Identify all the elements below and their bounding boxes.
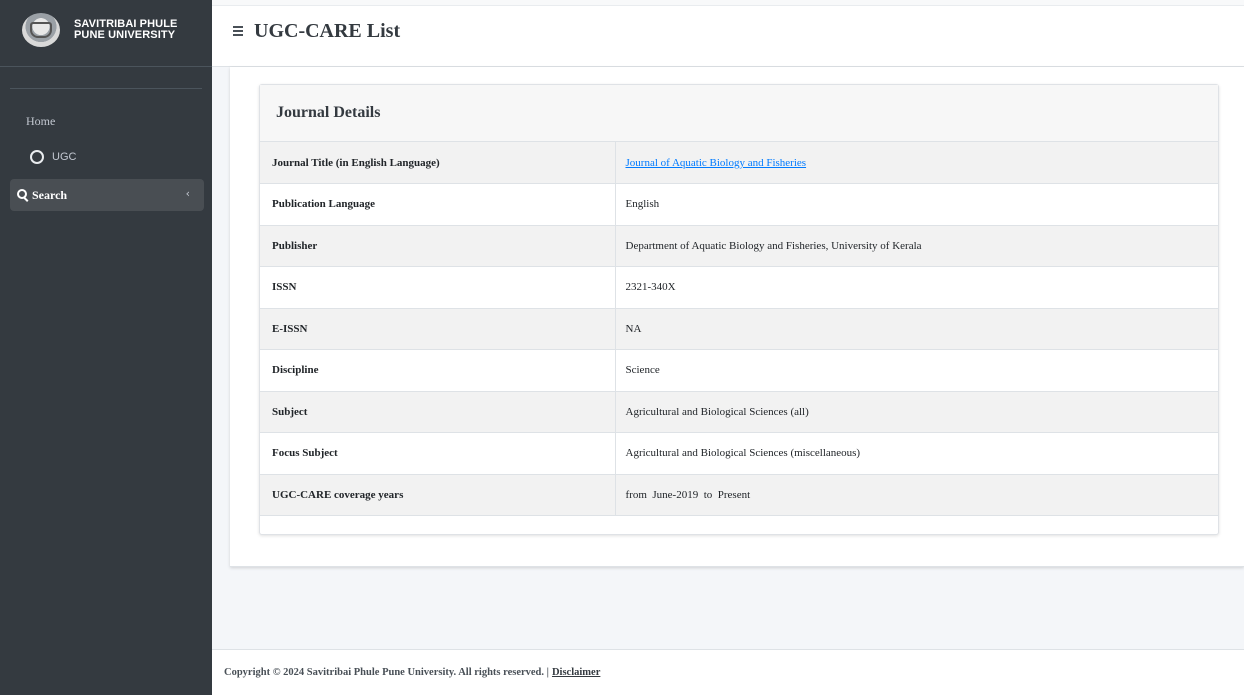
table-row: Discipline Science	[260, 349, 1218, 392]
sidebar-item-ugc-label: UGC	[52, 151, 77, 163]
search-icon	[17, 189, 29, 201]
table-row: Journal Title (in English Language) Jour…	[260, 142, 1218, 184]
sidebar-item-search[interactable]: Search ‹	[10, 179, 204, 211]
copyright-text: Copyright © 2024 Savitribai Phule Pune U…	[224, 667, 549, 678]
sidebar-divider	[10, 88, 202, 89]
brand-text: SAVITRIBAI PHULE PUNE UNIVERSITY	[74, 19, 177, 41]
row-value: Agricultural and Biological Sciences (al…	[615, 391, 1218, 433]
brand-line-2: PUNE UNIVERSITY	[74, 29, 176, 41]
circle-icon	[30, 150, 44, 164]
row-label: Focus Subject	[260, 432, 616, 475]
card-title: Journal Details	[276, 104, 381, 121]
sidebar-item-home[interactable]: Home	[26, 114, 55, 129]
sidebar-item-ugc[interactable]: UGC	[30, 150, 76, 164]
disclaimer-link[interactable]: Disclaimer	[552, 667, 600, 678]
university-logo	[22, 13, 60, 47]
sidebar-item-search-label: Search	[32, 187, 68, 202]
table-row: ISSN 2321-340X	[260, 266, 1218, 309]
card-header: Journal Details	[260, 85, 1218, 142]
top-navbar: UGC-CARE List	[212, 0, 1244, 67]
row-value: 2321-340X	[615, 266, 1218, 309]
table-row: E-ISSN NA	[260, 308, 1218, 350]
row-value: English	[615, 183, 1218, 226]
row-value: Journal of Aquatic Biology and Fisheries	[615, 142, 1218, 184]
content-card: Journal Details Journal Title (in Englis…	[230, 67, 1244, 567]
row-value: Department of Aquatic Biology and Fisher…	[615, 225, 1218, 267]
row-label: Publisher	[260, 225, 616, 267]
row-value: Science	[615, 349, 1218, 392]
row-label: E-ISSN	[260, 308, 616, 350]
row-label: Subject	[260, 391, 616, 433]
row-label: Discipline	[260, 349, 616, 392]
table-row: Publisher Department of Aquatic Biology …	[260, 225, 1218, 267]
hamburger-menu-icon[interactable]	[233, 26, 243, 36]
table-row: Publication Language English	[260, 183, 1218, 226]
row-label: ISSN	[260, 266, 616, 309]
page-title: UGC-CARE List	[254, 20, 401, 42]
journal-details-card: Journal Details Journal Title (in Englis…	[259, 84, 1219, 535]
journal-title-link[interactable]: Journal of Aquatic Biology and Fisheries	[626, 157, 807, 169]
row-label: UGC-CARE coverage years	[260, 474, 616, 516]
sidebar: SAVITRIBAI PHULE PUNE UNIVERSITY Home UG…	[0, 0, 212, 695]
table-row: Focus Subject Agricultural and Biologica…	[260, 432, 1218, 475]
row-label: Publication Language	[260, 183, 616, 226]
row-value: NA	[615, 308, 1218, 350]
table-row: Subject Agricultural and Biological Scie…	[260, 391, 1218, 433]
brand-link[interactable]: SAVITRIBAI PHULE PUNE UNIVERSITY	[0, 0, 212, 67]
chevron-left-icon: ‹	[185, 187, 190, 200]
journal-details-table: Journal Title (in English Language) Jour…	[260, 142, 1218, 516]
table-row: UGC-CARE coverage years from June-2019 t…	[260, 474, 1218, 516]
row-value: Agricultural and Biological Sciences (mi…	[615, 432, 1218, 475]
row-value: from June-2019 to Present	[615, 474, 1218, 516]
row-label: Journal Title (in English Language)	[260, 142, 616, 184]
footer: Copyright © 2024 Savitribai Phule Pune U…	[212, 649, 1244, 695]
